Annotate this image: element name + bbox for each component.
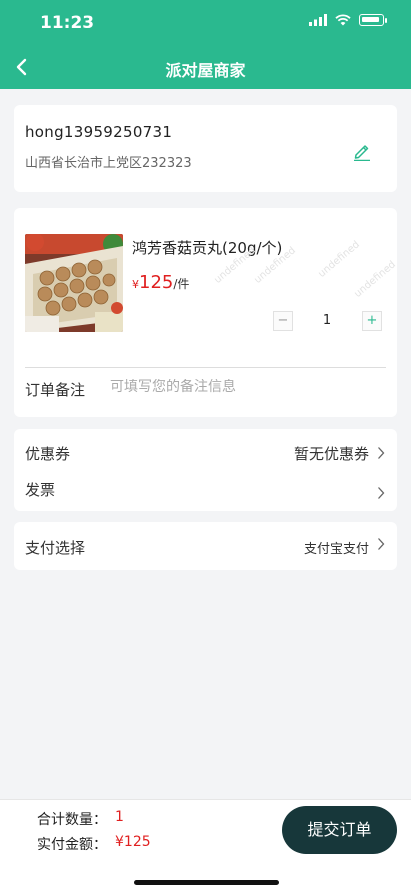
count-label: 合计数量： — [37, 812, 107, 828]
amount-value: ¥125 — [115, 834, 151, 850]
invoice-label: 发票 — [25, 481, 56, 499]
address-detail: 山西省长治市上党区232323 — [25, 156, 192, 171]
nav-header: 11:23 派对屋商家 — [0, 0, 411, 89]
goods-image — [25, 234, 123, 332]
wifi-icon — [335, 14, 351, 26]
remark-label: 订单备注 — [25, 381, 86, 399]
quantity-minus-button[interactable]: − — [273, 311, 293, 331]
watermark-text: undefined — [352, 259, 398, 300]
home-indicator — [134, 880, 279, 885]
coupon-label: 优惠券 — [25, 445, 71, 463]
payment-value[interactable]: 支付宝支付 — [304, 538, 369, 557]
payment-card[interactable]: 支付选择 支付宝支付 — [14, 522, 397, 570]
coupon-invoice-card: 优惠券 暂无优惠券 发票 — [14, 429, 397, 511]
address-card[interactable]: hong13959250731 山西省长治市上党区232323 — [14, 105, 397, 192]
price-currency: ¥ — [132, 278, 139, 291]
coupon-value[interactable]: 暂无优惠券 — [294, 443, 369, 464]
quantity-plus-button[interactable]: + — [362, 311, 382, 331]
price-value: 125 — [139, 272, 174, 293]
count-value: 1 — [115, 809, 124, 825]
goods-price: ¥125/件 — [132, 272, 189, 293]
payment-label: 支付选择 — [25, 539, 86, 557]
watermark-text: undefined — [316, 239, 362, 280]
submit-order-button[interactable]: 提交订单 — [282, 806, 397, 854]
goods-name: 鸿芳香菇贡丸(20g/个) — [132, 239, 283, 257]
price-unit: /件 — [173, 277, 190, 291]
chevron-right-icon[interactable] — [377, 486, 385, 500]
signal-icon — [309, 14, 327, 26]
divider — [25, 367, 386, 368]
battery-icon — [359, 14, 384, 26]
edit-icon[interactable] — [352, 141, 372, 161]
chevron-right-icon[interactable] — [377, 446, 385, 460]
status-time: 11:23 — [40, 13, 95, 33]
goods-card: 鸿芳香菇贡丸(20g/个) ¥125/件 undefined undefined… — [14, 208, 398, 417]
status-icons — [309, 14, 387, 26]
bottom-bar: 合计数量： 1 实付金额： ¥125 提交订单 — [0, 799, 411, 893]
amount-label: 实付金额： — [37, 837, 107, 853]
address-name: hong13959250731 — [25, 123, 173, 141]
quantity-value: 1 — [322, 313, 332, 328]
remark-input[interactable] — [110, 379, 370, 395]
chevron-right-icon[interactable] — [377, 537, 385, 551]
page-title: 派对屋商家 — [165, 61, 246, 80]
